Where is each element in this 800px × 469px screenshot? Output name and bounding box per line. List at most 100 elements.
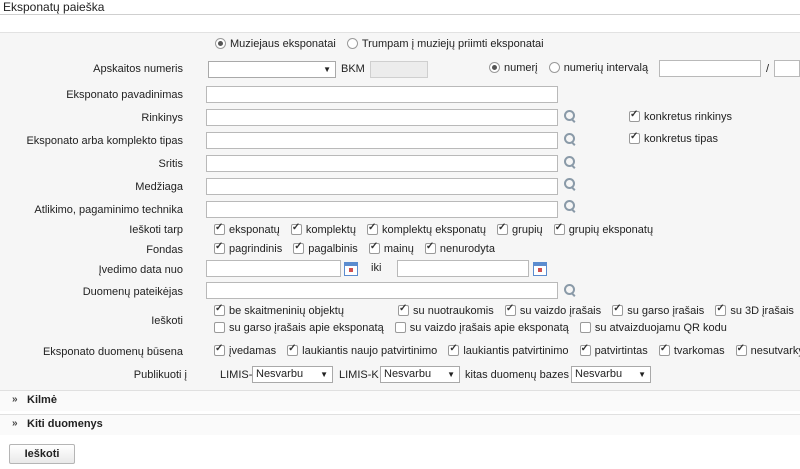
- checkbox-objects[interactable]: eksponatų: [214, 222, 280, 236]
- search-icon[interactable]: [563, 132, 577, 146]
- checkbox-set-objects[interactable]: komplektų eksponatų: [367, 222, 486, 236]
- checkbox-with-3d[interactable]: su 3D įrašais: [715, 303, 794, 317]
- radio-museum-objects[interactable]: Muziejaus eksponatai: [215, 38, 336, 50]
- dropdown-arrow-icon: ▼: [447, 370, 455, 379]
- radio-icon: [489, 62, 500, 73]
- date-to-input[interactable]: [397, 260, 529, 277]
- search-button[interactable]: Ieškoti: [9, 444, 75, 464]
- checkbox-icon: [293, 241, 305, 254]
- checkbox-icon: [214, 241, 225, 254]
- dropdown-arrow-icon: ▼: [320, 370, 328, 379]
- checkbox-with-photos[interactable]: su nuotraukomis: [398, 303, 494, 317]
- radio-temporary-objects[interactable]: Trumpam į muziejų priimti eksponatai: [346, 38, 544, 50]
- checkbox-status-awaiting-new[interactable]: laukiantis naujo patvirtinimo: [287, 343, 437, 357]
- dropdown-arrow-icon: ▼: [638, 370, 646, 379]
- limis-k-select[interactable]: Nesvarbu ▼: [380, 366, 460, 383]
- checkbox-icon: [629, 131, 640, 144]
- checkbox-unspecified-fund[interactable]: nenurodyta: [424, 241, 495, 255]
- search-icon[interactable]: [563, 283, 577, 297]
- label-object-type: Eksponato arba komplekto tipas: [26, 135, 183, 147]
- label-data-status: Eksponato duomenų būsena: [42, 346, 183, 358]
- checkbox-video-about[interactable]: su vaizdo įrašais apie eksponatą: [394, 322, 569, 334]
- label-field: Sritis: [158, 158, 183, 170]
- object-name-input[interactable]: [206, 86, 558, 103]
- range-separator: /: [766, 63, 770, 75]
- label-object-name: Eksponato pavadinimas: [66, 89, 183, 101]
- status-checkboxes: įvedamas laukiantis naujo patvirtinimo l…: [214, 343, 800, 357]
- section-other-data[interactable]: » Kiti duomenys: [0, 414, 800, 435]
- checkbox-groups[interactable]: grupių: [497, 222, 543, 236]
- checkbox-with-video[interactable]: su vaizdo įrašais: [504, 303, 601, 317]
- search-icon[interactable]: [563, 177, 577, 191]
- label-accounting-number: Apskaitos numeris: [93, 63, 183, 75]
- checkbox-icon: [658, 343, 670, 356]
- specific-collection-checkbox[interactable]: konkretus rinkinys: [629, 109, 732, 123]
- checkbox-icon: [367, 222, 379, 235]
- dropdown-arrow-icon: ▼: [323, 65, 331, 74]
- checkbox-status-managed[interactable]: tvarkomas: [658, 343, 725, 357]
- calendar-icon[interactable]: [533, 262, 547, 276]
- checkbox-icon: [735, 343, 747, 356]
- label-search-among: Ieškoti tarp: [129, 224, 183, 236]
- checkbox-exchange-fund[interactable]: mainų: [368, 241, 414, 255]
- label-fund: Fondas: [146, 244, 183, 256]
- label-technique: Atlikimo, pagaminimo technika: [34, 204, 183, 216]
- specific-type-checkbox[interactable]: konkretus tipas: [629, 131, 718, 145]
- checkbox-no-digital[interactable]: be skaitmeninių objektų: [214, 303, 344, 317]
- title-divider: [0, 14, 800, 15]
- calendar-icon[interactable]: [344, 262, 358, 276]
- checkbox-icon: [504, 303, 516, 316]
- number-from-input[interactable]: [659, 60, 761, 77]
- radio-icon: [215, 38, 226, 49]
- expand-chevron-icon: »: [12, 394, 18, 405]
- radio-number-range[interactable]: numerių intervalą: [548, 62, 648, 74]
- checkbox-icon: [579, 322, 591, 333]
- checkbox-group-objects[interactable]: grupių eksponatų: [553, 222, 653, 236]
- material-input[interactable]: [206, 178, 558, 195]
- date-from-input[interactable]: [206, 260, 341, 277]
- search-icon[interactable]: [563, 199, 577, 213]
- other-db-select[interactable]: Nesvarbu ▼: [571, 366, 651, 383]
- checkbox-icon: [290, 222, 302, 235]
- accounting-number-select[interactable]: ▼: [208, 61, 336, 78]
- checkbox-main-fund[interactable]: pagrindinis: [214, 241, 282, 255]
- technique-input[interactable]: [206, 201, 558, 218]
- checkbox-status-unmanaged[interactable]: nesutvarkytas: [735, 343, 800, 357]
- checkbox-auxiliary-fund[interactable]: pagalbinis: [293, 241, 358, 255]
- checkbox-sets[interactable]: komplektų: [290, 222, 356, 236]
- checkbox-icon: [553, 222, 565, 235]
- page-title: Eksponatų paieška: [3, 0, 105, 14]
- checkbox-status-approved[interactable]: patvirtintas: [579, 343, 648, 357]
- label-limis-k: LIMIS-K: [339, 369, 379, 381]
- section-origin[interactable]: » Kilmė: [0, 390, 800, 411]
- radio-icon: [548, 62, 560, 73]
- radio-icon: [346, 38, 358, 49]
- checkbox-with-audio[interactable]: su garso įrašais: [612, 303, 704, 317]
- checkbox-audio-about[interactable]: su garso įrašais apie eksponatą: [214, 322, 384, 334]
- checkbox-status-awaiting[interactable]: laukiantis patvirtinimo: [448, 343, 569, 357]
- checkbox-icon: [612, 303, 624, 316]
- checkbox-icon: [715, 303, 727, 316]
- checkbox-status-entering[interactable]: įvedamas: [214, 343, 276, 357]
- checkbox-icon: [579, 343, 591, 356]
- checkbox-icon: [629, 109, 640, 122]
- field-input[interactable]: [206, 155, 558, 172]
- limis-c-select[interactable]: Nesvarbu ▼: [252, 366, 333, 383]
- label-search-options: Ieškoti: [151, 315, 183, 327]
- checkbox-qr-code[interactable]: su atvaizduojamu QR kodu: [579, 322, 727, 334]
- checkbox-icon: [214, 222, 225, 235]
- radio-single-number[interactable]: numerį: [489, 62, 538, 74]
- search-icon[interactable]: [563, 109, 577, 123]
- label-material: Medžiaga: [135, 181, 183, 193]
- checkbox-icon: [398, 303, 410, 316]
- number-to-input[interactable]: [774, 60, 800, 77]
- label-date-to: iki: [371, 262, 382, 274]
- object-type-input[interactable]: [206, 132, 558, 149]
- search-options-row1: be skaitmeninių objektų su nuotraukomis …: [214, 303, 800, 317]
- collection-input[interactable]: [206, 109, 558, 126]
- search-icon[interactable]: [563, 155, 577, 169]
- label-entry-date: Įvedimo data nuo: [98, 264, 183, 276]
- data-provider-input[interactable]: [206, 282, 558, 299]
- label-data-provider: Duomenų pateikėjas: [82, 286, 183, 298]
- label-other-databases: kitas duomenų bazes: [465, 369, 569, 381]
